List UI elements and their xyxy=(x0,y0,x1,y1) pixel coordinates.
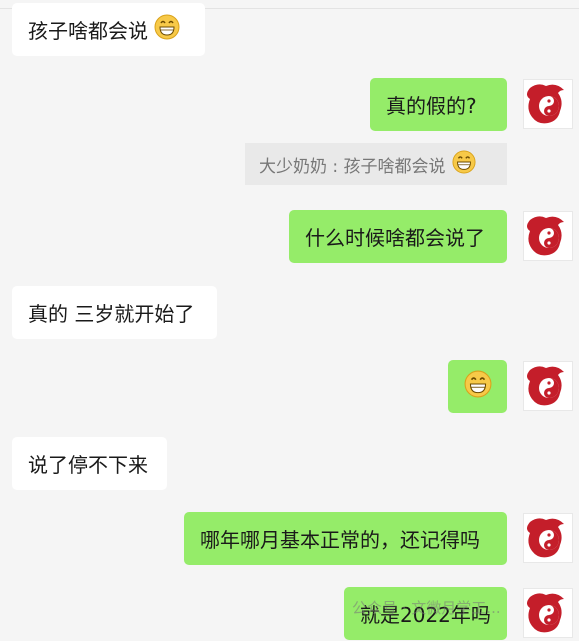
user-avatar[interactable] xyxy=(523,211,573,261)
dragon-yinyang-icon xyxy=(527,518,564,558)
message-text: 就是2022年吗 xyxy=(360,603,491,627)
message-bubble-outgoing[interactable]: 真的假的? xyxy=(370,78,507,131)
grinning-emoji-icon xyxy=(464,370,492,403)
dragon-yinyang-icon xyxy=(527,216,564,256)
user-avatar[interactable] xyxy=(523,361,573,411)
message-bubble-incoming[interactable]: 孩子啥都会说 xyxy=(12,3,205,56)
message-bubble-outgoing[interactable]: 什么时候啥都会说了 xyxy=(289,210,507,263)
user-avatar[interactable] xyxy=(523,79,573,129)
quoted-message[interactable]: 大少奶奶 : 孩子啥都会说 xyxy=(245,143,507,185)
dragon-yinyang-icon xyxy=(527,84,564,124)
message-bubble-incoming[interactable]: 说了停不下来 xyxy=(12,437,167,490)
grinning-emoji-icon xyxy=(154,14,180,45)
message-bubble-incoming[interactable]: 真的 三岁就开始了 xyxy=(12,286,217,339)
message-bubble-outgoing[interactable]: 哪年哪月基本正常的，还记得吗 xyxy=(184,512,507,565)
message-text: 说了停不下来 xyxy=(28,453,148,477)
message-text: 哪年哪月基本正常的，还记得吗 xyxy=(200,528,480,552)
user-avatar[interactable] xyxy=(523,588,573,638)
message-bubble-outgoing[interactable]: 就是2022年吗 xyxy=(344,587,507,640)
dragon-yinyang-icon xyxy=(527,366,564,406)
grinning-emoji-icon xyxy=(452,149,476,179)
message-text: 真的 三岁就开始了 xyxy=(28,302,195,326)
message-bubble-outgoing[interactable] xyxy=(448,360,507,413)
message-text: 孩子啥都会说 xyxy=(28,19,148,43)
message-text: 真的假的? xyxy=(386,94,477,118)
quote-text: 大少奶奶 : 孩子啥都会说 xyxy=(259,156,446,177)
user-avatar[interactable] xyxy=(523,513,573,563)
message-text: 什么时候啥都会说了 xyxy=(305,226,485,250)
